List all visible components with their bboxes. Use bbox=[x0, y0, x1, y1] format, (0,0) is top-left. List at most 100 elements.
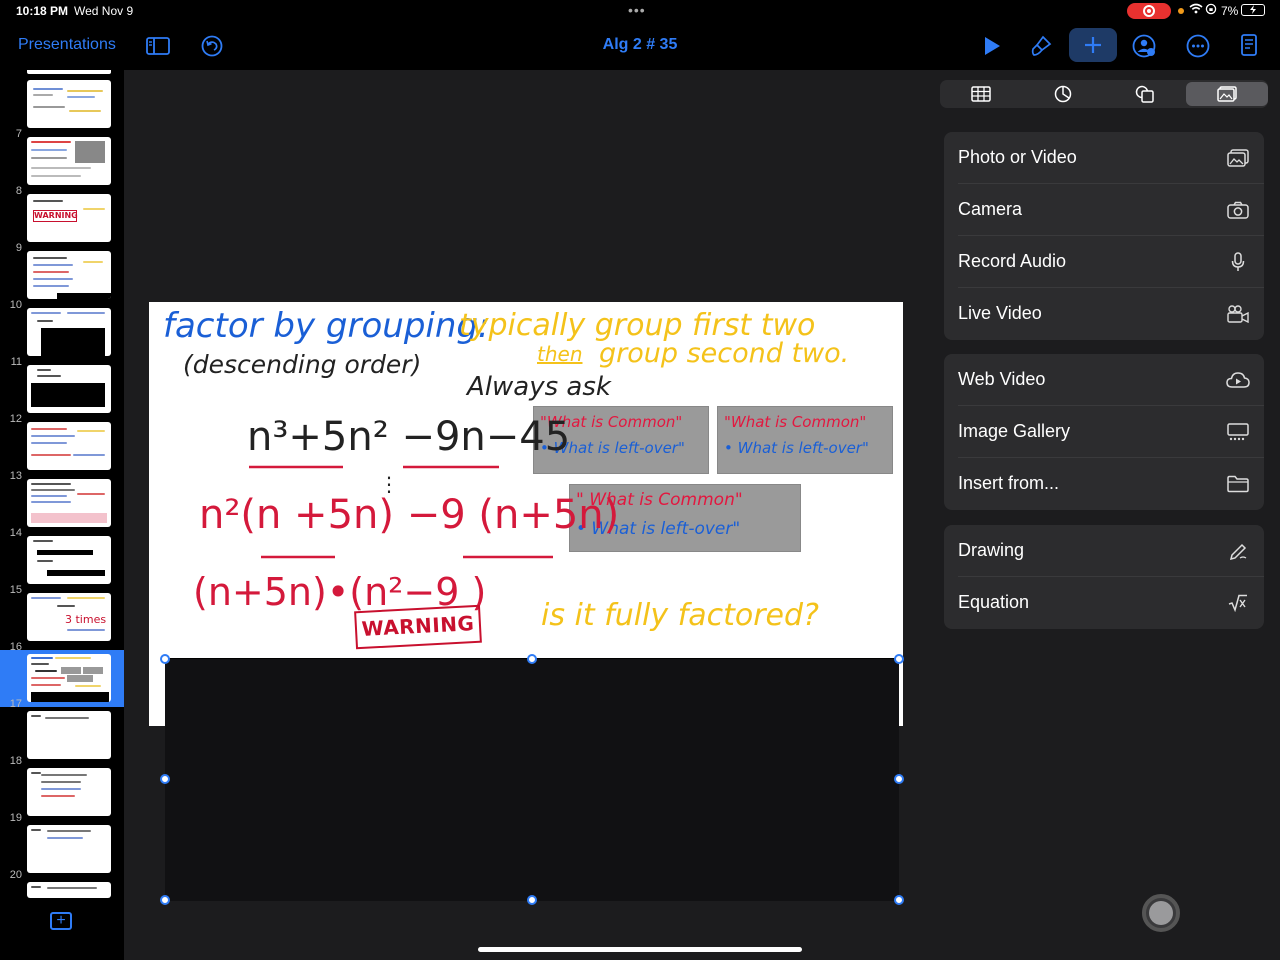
insert-media-panel: Photo or Video Camera Record Audio Live … bbox=[928, 70, 1280, 960]
web-media-group: Web Video Image Gallery Insert from... bbox=[944, 354, 1264, 510]
sidebar-toggle-icon[interactable] bbox=[142, 30, 174, 62]
home-indicator[interactable] bbox=[478, 947, 802, 952]
fully-factored-question: is it fully factored? bbox=[541, 598, 819, 633]
note-line-2: group second two. bbox=[599, 338, 850, 369]
menu-item-label: Web Video bbox=[958, 369, 1046, 389]
screen-recording-icon[interactable] bbox=[1127, 3, 1171, 19]
slide-thumbnail-13[interactable]: 13 bbox=[0, 422, 124, 482]
battery-percent: 7% bbox=[1221, 4, 1239, 18]
menu-item-record-audio[interactable]: Record Audio bbox=[958, 236, 1264, 288]
slide-thumbnail-12[interactable]: 12 bbox=[0, 365, 124, 425]
menu-item-live-video[interactable]: Live Video bbox=[958, 288, 1264, 340]
menu-item-label: Image Gallery bbox=[958, 421, 1071, 441]
warning-stamp: WARNING bbox=[354, 604, 482, 650]
orientation-lock-icon bbox=[1205, 3, 1217, 18]
question-common: "What is Common" bbox=[724, 413, 867, 431]
menu-item-web-video[interactable]: Web Video bbox=[958, 354, 1264, 406]
note-then: then bbox=[537, 342, 583, 366]
menu-item-image-gallery[interactable]: Image Gallery bbox=[958, 406, 1264, 458]
live-video-icon bbox=[1226, 302, 1250, 326]
slide-navigator: 7 8 WARNING 9 10 11 12 13 14 15 3 times … bbox=[0, 70, 124, 960]
slide-number: 19 bbox=[9, 812, 22, 824]
slide-canvas[interactable]: factor by grouping: (descending order) t… bbox=[124, 70, 928, 960]
slide-thumbnail-8[interactable]: 8 bbox=[0, 137, 124, 197]
resize-handle-top[interactable] bbox=[527, 654, 537, 664]
play-icon[interactable] bbox=[976, 30, 1008, 62]
menu-item-label: Record Audio bbox=[958, 251, 1067, 271]
slide-thumbnail-11[interactable]: 11 bbox=[0, 308, 124, 368]
battery-charging-icon bbox=[1241, 4, 1265, 16]
resize-handle-top-right[interactable] bbox=[894, 654, 904, 664]
cloud-play-icon bbox=[1226, 368, 1250, 392]
resize-handle-top-left[interactable] bbox=[160, 654, 170, 664]
status-time: 10:18 PM bbox=[16, 4, 69, 18]
slide-thumbnail-18[interactable]: 18 bbox=[0, 711, 124, 768]
more-options-icon[interactable] bbox=[1182, 30, 1214, 62]
presenter-notes-icon[interactable] bbox=[1233, 30, 1265, 62]
slide-thumbnail-14[interactable]: 14 bbox=[0, 479, 124, 539]
drawing-group: Drawing Equation bbox=[944, 525, 1264, 629]
multitasking-dots-icon[interactable]: ••• bbox=[628, 2, 646, 18]
menu-item-label: Insert from... bbox=[958, 473, 1060, 493]
slide-thumbnail-15[interactable]: 15 bbox=[0, 536, 124, 596]
slide-thumbnail-10[interactable]: 10 bbox=[0, 251, 124, 311]
slide-thumbnail-20[interactable]: 20 bbox=[0, 825, 124, 882]
format-paintbrush-icon[interactable] bbox=[1025, 30, 1057, 62]
plus-icon bbox=[1085, 37, 1101, 53]
slide-thumbnail-9[interactable]: WARNING 9 bbox=[0, 194, 124, 254]
media-group: Photo or Video Camera Record Audio Live … bbox=[944, 132, 1264, 340]
insert-category-tabs bbox=[940, 80, 1268, 108]
undo-icon[interactable] bbox=[196, 30, 228, 62]
slide-heading: factor by grouping: bbox=[163, 306, 490, 346]
resize-handle-bottom-right[interactable] bbox=[894, 895, 904, 905]
status-date: Wed Nov 9 bbox=[74, 4, 134, 18]
always-ask-text: Always ask bbox=[467, 372, 611, 402]
thumb-3-times-text: 3 times bbox=[65, 613, 107, 626]
table-icon[interactable] bbox=[940, 80, 1022, 108]
slide-subheading: (descending order) bbox=[183, 350, 422, 379]
slide-thumbnail-16[interactable]: 3 times 16 bbox=[0, 593, 124, 653]
menu-item-photo-or-video[interactable]: Photo or Video bbox=[958, 132, 1264, 184]
menu-item-insert-from[interactable]: Insert from... bbox=[958, 458, 1264, 510]
resize-handle-bottom-left[interactable] bbox=[160, 895, 170, 905]
shape-icon[interactable] bbox=[1104, 80, 1186, 108]
slide-thumbnail-21-partial[interactable] bbox=[0, 882, 124, 900]
insert-plus-button[interactable] bbox=[1069, 28, 1117, 62]
menu-item-label: Camera bbox=[958, 199, 1023, 219]
drawing-pen-icon bbox=[1226, 539, 1250, 563]
menu-item-drawing[interactable]: Drawing bbox=[958, 525, 1264, 577]
add-slide-button[interactable]: + bbox=[50, 912, 72, 930]
camera-icon bbox=[1226, 198, 1250, 222]
toolbar: Presentations Alg 2 # 35 bbox=[0, 22, 1280, 70]
menu-item-label: Photo or Video bbox=[958, 147, 1077, 167]
underline-marks bbox=[249, 465, 499, 469]
image-gallery-icon bbox=[1226, 420, 1250, 444]
question-box-2: "What is Common" • What is left-over" bbox=[717, 406, 893, 474]
underline-marks-2 bbox=[261, 555, 553, 559]
resize-handle-left[interactable] bbox=[160, 774, 170, 784]
expression-grouped: n²(n +5n) −9 (n+5n) bbox=[199, 492, 620, 538]
resize-handle-right[interactable] bbox=[894, 774, 904, 784]
menu-item-camera[interactable]: Camera bbox=[958, 184, 1264, 236]
menu-item-equation[interactable]: Equation bbox=[958, 577, 1264, 629]
document-title[interactable]: Alg 2 # 35 bbox=[560, 36, 720, 54]
menu-item-label: Live Video bbox=[958, 303, 1042, 323]
assistive-touch-button[interactable] bbox=[1142, 894, 1180, 932]
slide-number: 17 bbox=[9, 698, 22, 710]
chart-icon[interactable] bbox=[1022, 80, 1104, 108]
media-icon[interactable] bbox=[1186, 82, 1268, 106]
slide-thumbnail-partial[interactable] bbox=[27, 70, 111, 74]
slide-thumbnail-19[interactable]: 19 bbox=[0, 768, 124, 825]
slide-number: 18 bbox=[9, 755, 22, 767]
presentations-button[interactable]: Presentations bbox=[18, 36, 116, 54]
photo-library-icon bbox=[1226, 146, 1250, 170]
collaborate-icon[interactable] bbox=[1128, 30, 1160, 62]
selected-object-overflow[interactable] bbox=[165, 659, 899, 901]
slide-thumbnail-17[interactable]: 17 bbox=[0, 654, 124, 711]
status-bar: 10:18 PM Wed Nov 9 ••• 7% bbox=[0, 0, 1280, 22]
resize-handle-bottom[interactable] bbox=[527, 895, 537, 905]
slide-thumbnail-7[interactable]: 7 bbox=[0, 80, 124, 140]
mic-indicator-icon bbox=[1178, 8, 1184, 14]
expression-original: n³+5n² −9n−45 bbox=[247, 414, 571, 460]
wifi-icon bbox=[1189, 3, 1203, 17]
